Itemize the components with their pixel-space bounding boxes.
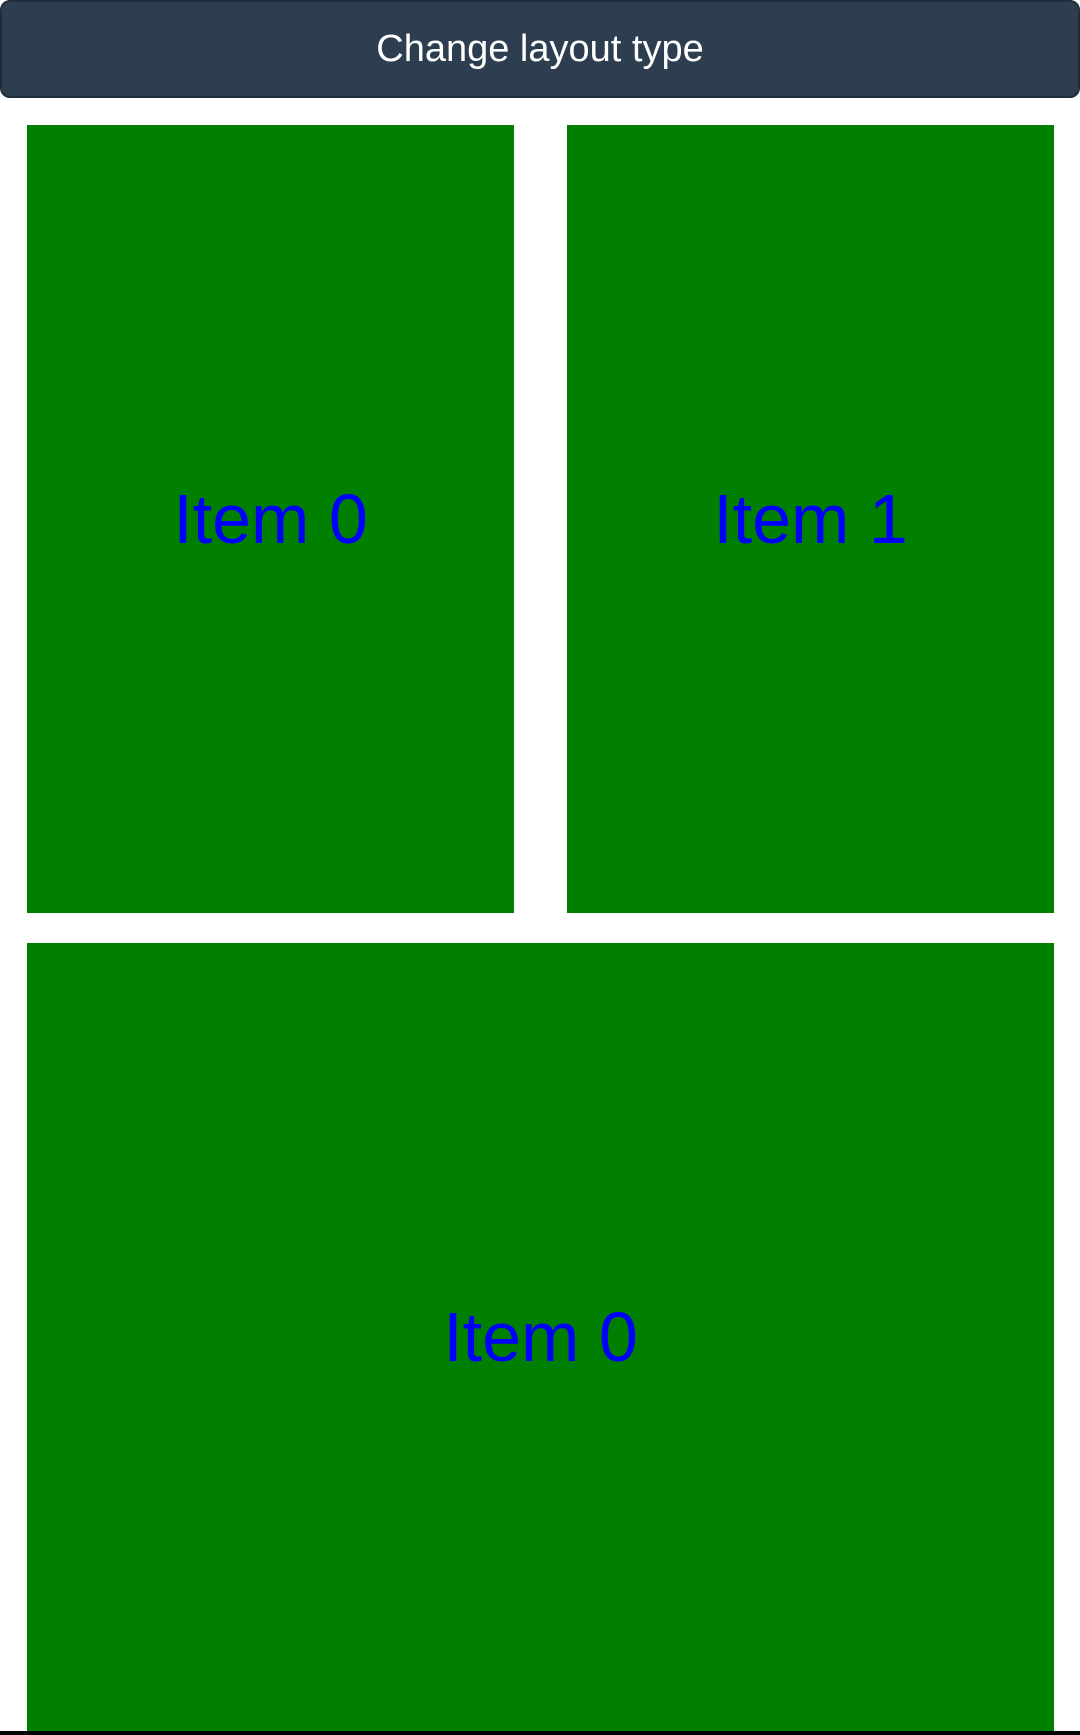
bottom-divider	[0, 1731, 1080, 1735]
list-item-0[interactable]: Item 0	[27, 943, 1054, 1731]
grid-item-label: Item 1	[713, 480, 908, 558]
list-item-label: Item 0	[443, 1298, 638, 1376]
grid-item-1[interactable]: Item 1	[567, 125, 1054, 913]
app-screen: Change layout type Item 0 Item 1 Item 0	[0, 0, 1080, 1735]
items-grid: Item 0 Item 1 Item 0	[0, 0, 1080, 1735]
grid-item-label: Item 0	[173, 480, 368, 558]
grid-item-0[interactable]: Item 0	[27, 125, 514, 913]
